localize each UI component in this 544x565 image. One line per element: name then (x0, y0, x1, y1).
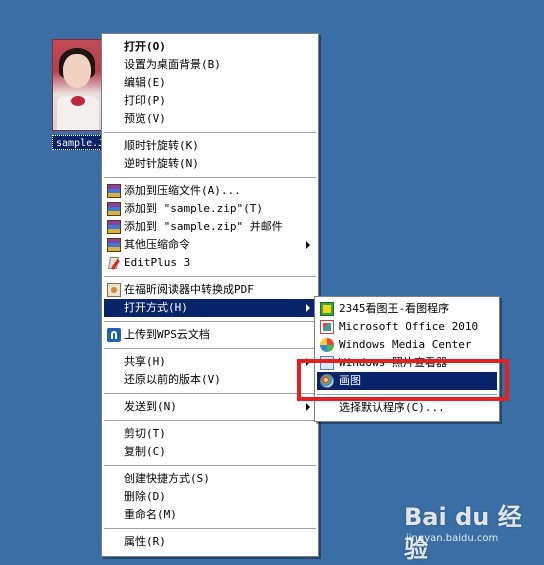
menu-item-print[interactable]: 打印(P) (104, 92, 316, 110)
menu-item-label: 发送到(N) (124, 400, 177, 413)
menu-item-label: 其他压缩命令 (124, 238, 190, 251)
menu-item-label: 打印(P) (124, 94, 166, 107)
open-with-choose-default[interactable]: 选择默认程序(C)... (317, 399, 497, 417)
submenu-item-label: 选择默认程序(C)... (339, 401, 445, 414)
menu-item-label: 共享(H) (124, 355, 166, 368)
menu-item-rename[interactable]: 重命名(M) (104, 506, 316, 524)
winrar-icon (107, 184, 121, 198)
menu-item-open[interactable]: 打开(O) (104, 38, 316, 56)
menu-item-label: 创建快捷方式(S) (124, 472, 210, 485)
2345-viewer-icon (320, 302, 334, 316)
menu-item-label: 顺时针旋转(K) (124, 139, 199, 152)
wps-icon (107, 328, 121, 342)
menu-item-label: 打开方式(H) (124, 301, 188, 314)
menu-item-label: 在福昕阅读器中转换成PDF (124, 283, 254, 296)
menu-separator (104, 321, 316, 323)
office-icon (320, 320, 334, 334)
thumbnail-tie (71, 96, 85, 106)
editplus-icon (107, 256, 121, 270)
menu-item-preview[interactable]: 预览(V) (104, 110, 316, 128)
submenu-item-label: 2345看图王-看图程序 (339, 302, 450, 315)
open-with-2345-viewer[interactable]: 2345看图王-看图程序 (317, 300, 497, 318)
submenu-item-label: Microsoft Office 2010 (339, 320, 479, 333)
menu-item-editplus[interactable]: EditPlus 3 (104, 254, 316, 272)
menu-item-rotate-ccw[interactable]: 逆时针旋转(N) (104, 155, 316, 173)
winrar-icon (107, 238, 121, 252)
menu-separator (104, 465, 316, 467)
menu-item-set-wallpaper[interactable]: 设置为桌面背景(B) (104, 56, 316, 74)
baidu-jingyan-watermark: Bai du 经验 jingyan.baidu.com (404, 501, 534, 563)
menu-item-other-compress[interactable]: 其他压缩命令 (104, 236, 316, 254)
menu-item-rotate-cw[interactable]: 顺时针旋转(K) (104, 137, 316, 155)
menu-item-upload-wps[interactable]: 上传到WPS云文档 (104, 326, 316, 344)
file-name-label[interactable]: sample.J (52, 135, 102, 150)
menu-item-foxit-pdf[interactable]: 在福昕阅读器中转换成PDF (104, 281, 316, 299)
menu-item-label: 逆时针旋转(N) (124, 157, 199, 170)
menu-item-open-with[interactable]: 打开方式(H) (104, 299, 316, 317)
submenu-arrow-icon (306, 241, 310, 249)
submenu-arrow-icon (306, 403, 310, 411)
menu-item-label: 上传到WPS云文档 (124, 328, 210, 341)
menu-separator (104, 528, 316, 530)
menu-separator (104, 177, 316, 179)
menu-item-label: 复制(C) (124, 445, 166, 458)
menu-separator (104, 132, 316, 134)
menu-item-send-to[interactable]: 发送到(N) (104, 398, 316, 416)
menu-item-label: EditPlus 3 (124, 256, 191, 269)
menu-item-label: 添加到 "sample.zip"(T) (124, 202, 263, 215)
menu-item-label: 还原以前的版本(V) (124, 373, 221, 386)
submenu-arrow-icon (306, 304, 310, 312)
menu-item-add-zip-email[interactable]: 添加到 "sample.zip" 并邮件 (104, 218, 316, 236)
menu-item-label: 预览(V) (124, 112, 166, 125)
winrar-icon (107, 220, 121, 234)
watermark-logo: Bai du 经验 (404, 503, 522, 563)
menu-separator (104, 276, 316, 278)
menu-item-add-archive[interactable]: 添加到压缩文件(A)... (104, 182, 316, 200)
menu-separator (104, 420, 316, 422)
menu-separator (104, 348, 316, 350)
foxit-icon (107, 283, 121, 297)
open-with-media-center[interactable]: Windows Media Center (317, 336, 497, 354)
open-with-office[interactable]: Microsoft Office 2010 (317, 318, 497, 336)
watermark-url: jingyan.baidu.com (406, 533, 499, 544)
menu-item-label: 设置为桌面背景(B) (124, 58, 221, 71)
menu-item-create-shortcut[interactable]: 创建快捷方式(S) (104, 470, 316, 488)
menu-item-label: 剪切(T) (124, 427, 166, 440)
menu-item-label: 属性(R) (124, 535, 166, 548)
file-thumbnail-icon[interactable] (52, 39, 104, 131)
menu-item-share[interactable]: 共享(H) (104, 353, 316, 371)
annotation-highlight-box (297, 359, 509, 401)
menu-item-restore-versions[interactable]: 还原以前的版本(V) (104, 371, 316, 389)
menu-item-label: 删除(D) (124, 490, 166, 503)
submenu-item-label: Windows Media Center (339, 338, 472, 351)
context-menu: 打开(O) 设置为桌面背景(B) 编辑(E) 打印(P) 预览(V) 顺时针旋转… (101, 33, 319, 557)
menu-item-edit[interactable]: 编辑(E) (104, 74, 316, 92)
menu-item-add-zip[interactable]: 添加到 "sample.zip"(T) (104, 200, 316, 218)
menu-item-label: 添加到 "sample.zip" 并邮件 (124, 220, 283, 233)
menu-item-label: 打开(O) (124, 40, 166, 53)
menu-item-label: 编辑(E) (124, 76, 166, 89)
menu-item-label: 重命名(M) (124, 508, 177, 521)
menu-item-properties[interactable]: 属性(R) (104, 533, 316, 551)
menu-item-copy[interactable]: 复制(C) (104, 443, 316, 461)
menu-item-cut[interactable]: 剪切(T) (104, 425, 316, 443)
winrar-icon (107, 202, 121, 216)
menu-separator (104, 393, 316, 395)
thumbnail-face (63, 54, 91, 88)
menu-item-delete[interactable]: 删除(D) (104, 488, 316, 506)
menu-item-label: 添加到压缩文件(A)... (124, 184, 241, 197)
media-center-icon (320, 338, 334, 352)
